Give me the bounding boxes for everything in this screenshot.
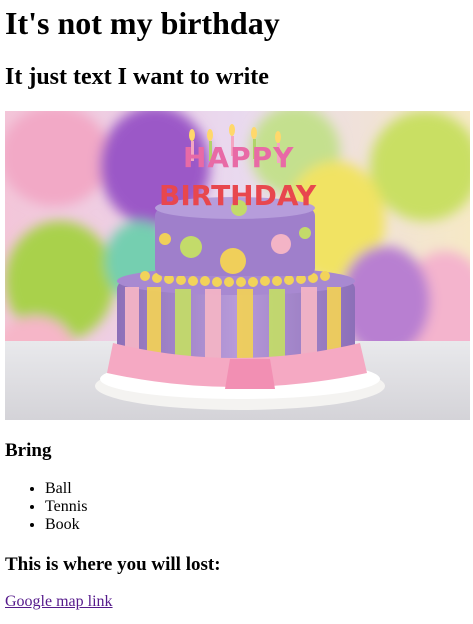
list-item: Ball [45,480,87,498]
page-subtitle: It just text I want to write [5,64,269,90]
google-map-link[interactable]: Google map link [5,593,113,611]
list-item: Book [45,516,87,534]
cake-illustration: HAPPY BIRTHDAY [5,111,470,420]
page-title: It's not my birthday [5,5,280,41]
list-item: Tennis [45,498,87,516]
cake-happy-text: HAPPY [183,141,294,174]
bring-heading: Bring [5,440,52,461]
location-heading: This is where you will lost: [5,554,221,575]
birthday-cake-image: HAPPY BIRTHDAY [5,111,470,420]
cake-birthday-text: BIRTHDAY [159,179,317,212]
bring-list: Ball Tennis Book [5,480,87,534]
